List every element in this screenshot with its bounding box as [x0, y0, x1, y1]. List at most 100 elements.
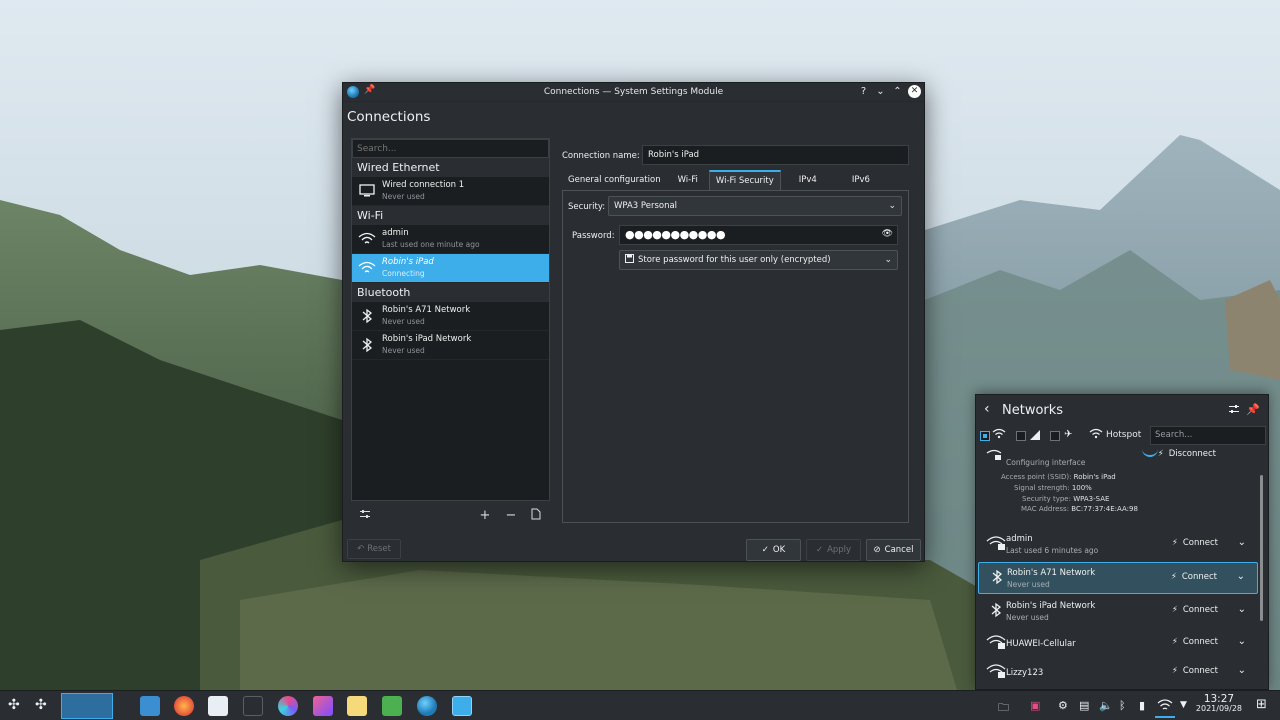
minimize-button[interactable]: ⌄ [874, 85, 887, 98]
close-button[interactable]: ✕ [908, 85, 921, 98]
show-desktop-icon[interactable]: ⊞ [1256, 697, 1267, 712]
tab-ipv4[interactable]: IPv4 [781, 170, 835, 190]
file-manager-icon[interactable] [140, 696, 160, 716]
network-item-lizzy123[interactable]: Lizzy123 ⚡ Connect ⌄ [978, 657, 1258, 689]
connection-item-admin[interactable]: admin Last used one minute ago [352, 225, 549, 254]
password-storage-select[interactable]: Store password for this user only (encry… [619, 250, 898, 270]
unplug-icon: ⚡ [1157, 449, 1164, 459]
connection-item-robins-ipad[interactable]: Robin's iPad Connecting [352, 254, 549, 283]
clock[interactable]: 13:27 2021/09/28 [1196, 694, 1242, 714]
expand-tray-icon[interactable]: ▼ [1180, 700, 1187, 710]
pin-icon[interactable]: 📌 [1246, 403, 1260, 416]
network-item-admin[interactable]: admin Last used 6 minutes ago ⚡ Connect … [978, 529, 1258, 561]
ok-button[interactable]: ✓ OK [746, 539, 801, 561]
configure-network-icon[interactable] [1228, 403, 1240, 418]
pin-icon[interactable]: 📌 [364, 85, 375, 95]
network-item-huawei-cellular[interactable]: HUAWEI-Cellular ⚡ Connect ⌄ [978, 628, 1258, 660]
battery-icon[interactable]: ▮ [1139, 699, 1145, 712]
network-search-input[interactable]: Search... [1150, 426, 1266, 445]
color-picker-icon[interactable]: ▣ [1030, 699, 1040, 712]
clipboard-icon[interactable]: ▤ [1079, 699, 1089, 712]
tab-bar: General configuration Wi-Fi Wi-Fi Securi… [562, 170, 909, 190]
clock-date: 2021/09/28 [1195, 704, 1242, 713]
collapse-icon[interactable]: ⌃ [1236, 449, 1244, 456]
window-titlebar[interactable]: 📌 Connections — System Settings Module ?… [343, 83, 924, 102]
connect-button[interactable]: ⚡ Connect [1172, 666, 1218, 676]
security-label: Security: [568, 202, 606, 212]
maximize-button[interactable]: ⌃ [891, 85, 904, 98]
wifi-toggle-checkbox[interactable] [980, 431, 990, 441]
password-field[interactable]: ●●●●●●●●●●● 👁 [619, 225, 898, 245]
firefox-icon[interactable] [174, 696, 194, 716]
krita-icon[interactable] [278, 696, 298, 716]
password-storage-value: Store password for this user only (encry… [638, 255, 831, 265]
connection-status: Last used one minute ago [382, 240, 480, 249]
add-connection-icon[interactable]: + [477, 508, 493, 524]
app-launcher-icon[interactable]: ✣ [8, 697, 20, 713]
volume-icon[interactable]: 🔈 [1099, 699, 1113, 712]
chevron-down-icon[interactable]: ⌄ [1238, 665, 1246, 676]
connection-name-field[interactable]: Robin's iPad [642, 145, 909, 165]
music-player-icon[interactable] [347, 696, 367, 716]
connection-search-input[interactable] [352, 139, 549, 158]
connect-button[interactable]: ⚡ Connect [1172, 605, 1218, 615]
remove-connection-icon[interactable]: − [503, 508, 519, 524]
system-settings-icon[interactable] [417, 696, 437, 716]
active-window-icon[interactable] [452, 696, 472, 716]
tab-ipv6[interactable]: IPv6 [835, 170, 887, 190]
connection-item-robins-ipad-network[interactable]: Robin's iPad Network Never used [352, 331, 549, 360]
cancel-label: Cancel [884, 545, 914, 555]
security-select[interactable]: WPA3 Personal ⌄ [608, 196, 902, 216]
ok-label: OK [772, 545, 786, 555]
network-item-robins-ipad-network[interactable]: Robin's iPad Network Never used ⚡ Connec… [978, 596, 1258, 628]
reset-button[interactable]: ↶ Reset [347, 539, 401, 559]
window-title: Connections — System Settings Module [543, 87, 724, 97]
connect-button[interactable]: ⚡ Connect [1172, 538, 1218, 548]
chevron-down-icon[interactable]: ⌄ [1237, 571, 1245, 582]
apply-button[interactable]: ✓ Apply [806, 539, 861, 561]
discover-icon[interactable] [208, 696, 228, 716]
connection-name: Wired connection 1 [382, 180, 465, 190]
cancel-button[interactable]: ⊘ Cancel [866, 539, 921, 561]
notifications-icon[interactable]: ⚙ [1058, 699, 1068, 712]
bluetooth-icon[interactable]: ᛒ [1119, 699, 1126, 712]
help-button[interactable]: ? [857, 85, 870, 98]
export-connection-icon[interactable] [528, 508, 544, 524]
overview-icon[interactable]: ✣ [35, 697, 47, 713]
security-value: WPA3 Personal [614, 201, 678, 211]
chevron-down-icon[interactable]: ⌄ [1238, 636, 1246, 647]
chevron-down-icon[interactable]: ⌄ [1238, 604, 1246, 615]
airplane-mode-checkbox[interactable] [1050, 431, 1060, 441]
network-name: Robin's iPad Network [1006, 601, 1096, 611]
connect-button[interactable]: ⚡ Connect [1172, 637, 1218, 647]
folder-icon[interactable]: 🗀 [998, 699, 1009, 718]
network-tray-icon[interactable] [1155, 694, 1175, 718]
tab-wifi-security[interactable]: Wi-Fi Security [708, 170, 781, 190]
mobile-broadband-checkbox[interactable] [1016, 431, 1026, 441]
configure-icon[interactable] [357, 508, 373, 524]
clock-time: 13:27 [1203, 693, 1235, 705]
back-arrow-icon[interactable]: ‹ [984, 401, 990, 417]
connect-button[interactable]: ⚡ Connect [1171, 572, 1217, 582]
virtual-desktop-pager[interactable] [61, 693, 113, 719]
bluetooth-icon [358, 307, 376, 325]
tab-general-configuration[interactable]: General configuration [562, 170, 667, 190]
heaptrack-icon[interactable] [313, 696, 333, 716]
show-password-icon[interactable]: 👁 [882, 229, 893, 239]
security-app-icon[interactable] [382, 696, 402, 716]
hotspot-button[interactable]: Hotspot [1106, 430, 1141, 440]
network-list-scrollbar[interactable] [1260, 475, 1263, 621]
wifi-icon [992, 428, 1006, 443]
network-item-robins-a71[interactable]: Robin's A71 Network Never used ⚡ Connect… [978, 562, 1258, 594]
wifi-lock-icon [986, 535, 1006, 555]
busy-spinner-icon [1142, 449, 1158, 457]
chevron-down-icon[interactable]: ⌄ [1238, 537, 1246, 548]
kate-icon[interactable] [243, 696, 263, 716]
connection-item-robins-a71[interactable]: Robin's A71 Network Never used [352, 302, 549, 331]
network-name: admin [1006, 534, 1033, 544]
tab-wifi[interactable]: Wi-Fi [667, 170, 709, 190]
detail-mac: MAC Address: BC:77:37:4E:AA:98 [1021, 505, 1138, 513]
connection-item-wired-1[interactable]: Wired connection 1 Never used [352, 177, 549, 206]
network-list: Configuring interface ⚡ Disconnect ⌃ Acc… [976, 449, 1262, 689]
disconnect-button[interactable]: ⚡ Disconnect [1158, 449, 1216, 459]
